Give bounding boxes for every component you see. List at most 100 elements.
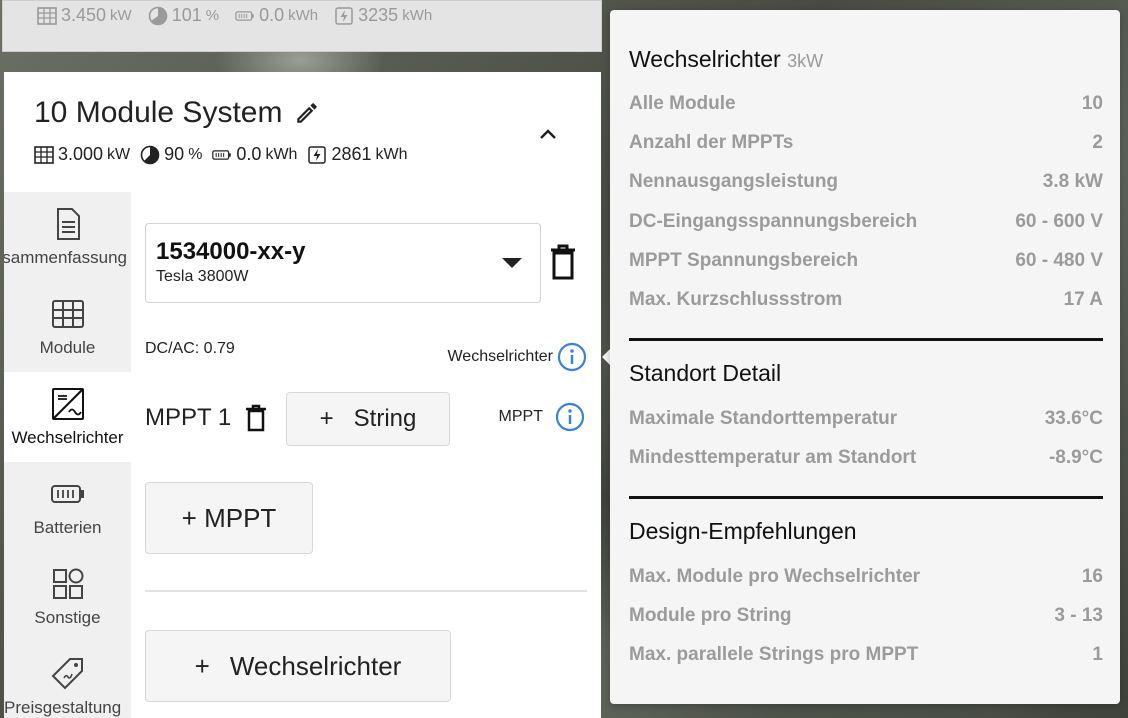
tooltip-inverter-title: Wechselrichter 3kW xyxy=(629,46,1103,73)
nav-item-module[interactable]: Module xyxy=(4,282,131,372)
nav-label: Sonstige xyxy=(34,608,101,627)
solar-panel-icon xyxy=(37,6,57,25)
battery-icon xyxy=(212,149,232,160)
tooltip-row-value: 3.8 kW xyxy=(1042,171,1103,193)
delete-inverter-trash-icon[interactable] xyxy=(549,244,577,280)
energy-icon xyxy=(308,145,327,164)
battery-stat: 0.0 kWh xyxy=(212,144,297,165)
inverter-info[interactable]: Wechselrichter xyxy=(447,342,587,372)
inverter-info-tooltip: Wechselrichter 3kW Alle Module 10 Anzahl d… xyxy=(610,10,1120,704)
tooltip-design-title: Design-Empfehlungen xyxy=(629,518,857,544)
battery-stat: 0.0 kWh xyxy=(235,5,318,26)
tooltip-row-label: Nennausgangsleistung xyxy=(629,171,839,193)
tooltip-row-value: -8.9°C xyxy=(1048,446,1103,468)
inverter-icon xyxy=(51,388,84,420)
previous-system-summary[interactable]: 3.450 kW 101 % 0.0 kWh 3235 kWh xyxy=(2,0,602,52)
energy-stat: 2861 kWh xyxy=(307,144,408,165)
add-inverter-label: Wechselrichter xyxy=(229,650,402,681)
tooltip-row-value: 16 xyxy=(1081,565,1103,587)
tooltip-row: Anzahl der MPPTs 2 xyxy=(629,123,1103,162)
inverter-select[interactable]: 1534000-xx-y Tesla 3800W xyxy=(145,223,541,303)
info-icon[interactable] xyxy=(557,342,587,372)
ratio-unit: % xyxy=(188,145,203,163)
mppt-row: MPPT 1 + String MPPT xyxy=(145,392,585,448)
add-string-label: String xyxy=(353,405,417,432)
pie-icon xyxy=(140,145,160,164)
mppt-info[interactable]: MPPT xyxy=(499,402,585,432)
inverter-model: 1534000-xx-y xyxy=(156,238,306,265)
tooltip-row-value: 60 - 600 V xyxy=(1015,210,1103,232)
system-title-text: 10 Module System xyxy=(34,96,283,129)
tooltip-row-value: 1 xyxy=(1092,644,1103,666)
tooltip-inverter-title-text: Wechselrichter xyxy=(629,46,781,72)
pie-icon xyxy=(148,6,168,25)
tooltip-row-label: Max. parallele Strings pro MPPT xyxy=(629,644,919,666)
tooltip-row-label: Mindesttemperatur am Standort xyxy=(629,446,917,468)
battery-unit: kWh xyxy=(265,145,298,163)
price-tag-icon xyxy=(51,658,83,690)
plus-icon: + xyxy=(319,405,334,432)
add-inverter-button[interactable]: + Wechselrichter xyxy=(145,630,451,702)
nav-item-preisgestaltung[interactable]: Preisgestaltung xyxy=(4,642,131,718)
nav-item-sonstige[interactable]: Sonstige xyxy=(4,552,131,642)
nav-item-zusammenfassung[interactable]: Zusammenfassung xyxy=(4,192,131,282)
tooltip-row-label: Anzahl der MPPTs xyxy=(629,131,794,153)
info-icon[interactable] xyxy=(555,402,585,432)
tooltip-row-label: Alle Module xyxy=(629,92,736,114)
system-panel: 10 Module System 3.000 kW 90 % 0.0 kWh 2… xyxy=(4,72,601,718)
power-value: 3.450 xyxy=(61,5,107,25)
tooltip-row-value: 2 xyxy=(1092,131,1103,153)
energy-icon xyxy=(335,6,353,25)
tooltip-row: Max. Kurzschlussstrom 17 A xyxy=(629,280,1103,319)
tooltip-row-value: 33.6°C xyxy=(1044,407,1103,429)
tooltip-inverter-subtitle: 3kW xyxy=(787,51,824,71)
system-stats: 3.000 kW 90 % 0.0 kWh 2861 kWh xyxy=(34,144,418,165)
nav-item-wechselrichter[interactable]: Wechselrichter xyxy=(4,372,131,462)
plus-icon: + xyxy=(194,650,210,681)
power-unit: kW xyxy=(110,7,132,24)
tooltip-row-value: 60 - 480 V xyxy=(1015,249,1103,271)
tooltip-row: MPPT Spannungsbereich 60 - 480 V xyxy=(629,241,1103,280)
delete-mppt-trash-icon[interactable] xyxy=(245,404,267,432)
tooltip-row-value: 10 xyxy=(1081,92,1103,114)
system-title: 10 Module System xyxy=(34,96,320,130)
solar-panel-icon xyxy=(34,145,54,164)
tooltip-row-label: Max. Kurzschlussstrom xyxy=(629,289,843,311)
tooltip-row: DC-Eingangsspannungsbereich 60 - 600 V xyxy=(629,202,1103,241)
nav-label: Module xyxy=(39,338,96,357)
tooltip-inverter-section: Wechselrichter 3kW Alle Module 10 Anzahl d… xyxy=(629,46,1103,320)
grid-icon xyxy=(51,300,84,328)
add-mppt-button[interactable]: + MPPT xyxy=(145,482,313,554)
battery-icon xyxy=(235,10,254,21)
tooltip-row-value: 3 - 13 xyxy=(1054,604,1103,626)
dropdown-arrow-icon xyxy=(502,258,522,268)
nav-label: Wechselrichter xyxy=(11,428,124,447)
edit-pencil-icon[interactable] xyxy=(294,100,320,126)
power-unit: kW xyxy=(107,145,131,163)
side-navigation: Zusammenfassung Module Wechselrichter Ba… xyxy=(4,192,131,718)
tooltip-row: Alle Module 10 xyxy=(629,84,1103,123)
divider xyxy=(145,590,587,592)
inverter-info-label: Wechselrichter xyxy=(447,348,553,365)
inverter-content: 1534000-xx-y Tesla 3800W DC/AC: 0.79 Wec… xyxy=(131,192,601,718)
inverter-name: Tesla 3800W xyxy=(156,268,249,285)
nav-item-batterien[interactable]: Batterien xyxy=(4,462,131,552)
system-header: 10 Module System 3.000 kW 90 % 0.0 kWh 2… xyxy=(4,72,601,192)
section-divider xyxy=(629,496,1103,499)
nav-label: Preisgestaltung xyxy=(4,698,122,717)
tooltip-row-label: MPPT Spannungsbereich xyxy=(629,249,859,271)
tooltip-row: Module pro String 3 - 13 xyxy=(629,596,1103,635)
add-string-button[interactable]: + String xyxy=(286,392,450,446)
section-divider xyxy=(629,338,1103,341)
ratio-value: 90 xyxy=(164,144,185,164)
energy-unit: kWh xyxy=(402,7,433,24)
tooltip-site-section: Standort Detail Maximale Standorttempera… xyxy=(629,360,1103,478)
tooltip-row: Nennausgangsleistung 3.8 kW xyxy=(629,163,1103,202)
power-stat: 3.000 kW xyxy=(34,144,130,165)
energy-stat: 3235 kWh xyxy=(334,5,432,26)
chevron-up-icon[interactable] xyxy=(536,122,560,146)
tooltip-row-label: DC-Eingangsspannungsbereich xyxy=(629,210,918,232)
tooltip-row: Max. Module pro Wechselrichter 16 xyxy=(629,557,1103,596)
document-icon xyxy=(56,208,80,240)
battery-icon xyxy=(50,485,84,503)
